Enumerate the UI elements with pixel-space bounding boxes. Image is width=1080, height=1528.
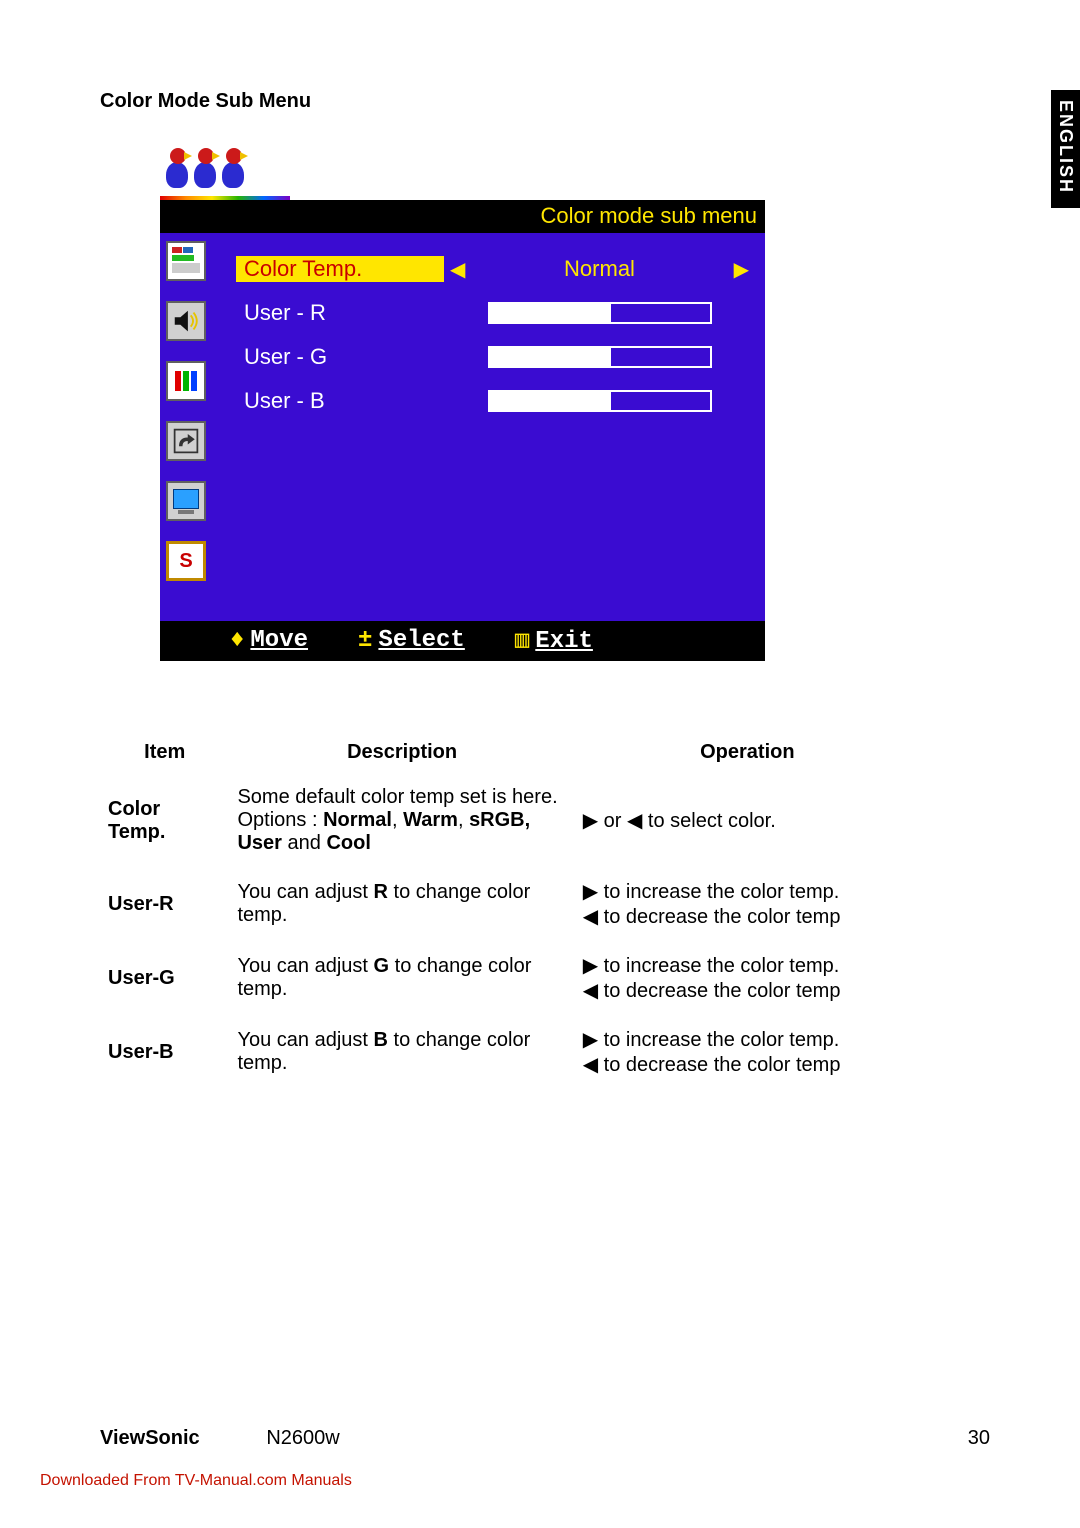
cell-item: Color Temp. — [100, 774, 229, 867]
page-footer: ViewSonic N2600w 30 — [100, 1427, 990, 1450]
footer-select: Select — [378, 627, 464, 654]
cell-description: Some default color temp set is here. Opt… — [229, 774, 574, 867]
cell-description: You can adjust R to change color temp. — [229, 867, 574, 941]
cell-item: User-B — [100, 1015, 229, 1089]
footer-move: Move — [250, 627, 308, 654]
footer-model: N2600w — [266, 1427, 339, 1449]
slider-user-r[interactable] — [488, 302, 712, 324]
menu-label-user-g: User - G — [236, 344, 444, 370]
osd-screenshot: Color mode sub menu S — [160, 135, 765, 661]
table-row: User-G You can adjust G to change color … — [100, 941, 920, 1015]
setup-icon — [166, 421, 206, 461]
select-icon: ± — [358, 627, 372, 654]
right-arrow-icon[interactable]: ▶ — [734, 257, 749, 282]
rainbow-rule — [160, 196, 290, 200]
osd-footer: ♦Move ±Select ▥Exit — [160, 621, 765, 661]
footer-exit: Exit — [535, 628, 593, 655]
table-row: User-B You can adjust B to change color … — [100, 1015, 920, 1089]
cell-operation: ▶ or ◀ to select color. — [575, 774, 920, 867]
th-item: Item — [100, 731, 229, 774]
description-table: Item Description Operation Color Temp. S… — [100, 731, 920, 1089]
cell-operation: ▶ to increase the color temp. ◀ to decre… — [575, 1015, 920, 1089]
cell-operation: ▶ to increase the color temp. ◀ to decre… — [575, 941, 920, 1015]
audio-icon — [166, 301, 206, 341]
cell-item: User-R — [100, 867, 229, 941]
menu-label-user-r: User - R — [236, 300, 444, 326]
slider-user-g[interactable] — [488, 346, 712, 368]
page-number: 30 — [968, 1427, 990, 1450]
menu-row-color-temp[interactable]: Color Temp. ◀ Normal ▶ — [236, 247, 755, 291]
th-operation: Operation — [575, 731, 920, 774]
menu-row-user-g[interactable]: User - G — [236, 335, 755, 379]
osd-title: Color mode sub menu — [160, 200, 765, 233]
menu-row-user-b[interactable]: User - B — [236, 379, 755, 423]
menu-label-color-temp: Color Temp. — [236, 256, 444, 282]
table-row: User-R You can adjust R to change color … — [100, 867, 920, 941]
cell-description: You can adjust B to change color temp. — [229, 1015, 574, 1089]
download-source-link[interactable]: Downloaded From TV-Manual.com Manuals — [40, 1472, 352, 1490]
cell-operation: ▶ to increase the color temp. ◀ to decre… — [575, 867, 920, 941]
footer-brand: ViewSonic — [100, 1427, 200, 1449]
th-description: Description — [229, 731, 574, 774]
color-icon — [166, 361, 206, 401]
cell-item: User-G — [100, 941, 229, 1015]
screen-icon — [166, 481, 206, 521]
table-row: Color Temp. Some default color temp set … — [100, 774, 920, 867]
osd-icon-column: S — [160, 233, 220, 621]
exit-icon: ▥ — [515, 628, 529, 655]
viewsonic-birds-logo — [162, 135, 282, 190]
move-icon: ♦ — [230, 627, 244, 654]
menu-label-user-b: User - B — [236, 388, 444, 414]
cell-description: You can adjust G to change color temp. — [229, 941, 574, 1015]
slider-user-b[interactable] — [488, 390, 712, 412]
menu-row-user-r[interactable]: User - R — [236, 291, 755, 335]
source-icon: S — [166, 541, 206, 581]
left-arrow-icon[interactable]: ◀ — [450, 257, 465, 282]
table-header-row: Item Description Operation — [100, 731, 920, 774]
picture-icon — [166, 241, 206, 281]
section-title: Color Mode Sub Menu — [100, 90, 990, 113]
language-tab: ENGLISH — [1051, 90, 1080, 208]
menu-value-color-temp: Normal — [465, 256, 733, 282]
